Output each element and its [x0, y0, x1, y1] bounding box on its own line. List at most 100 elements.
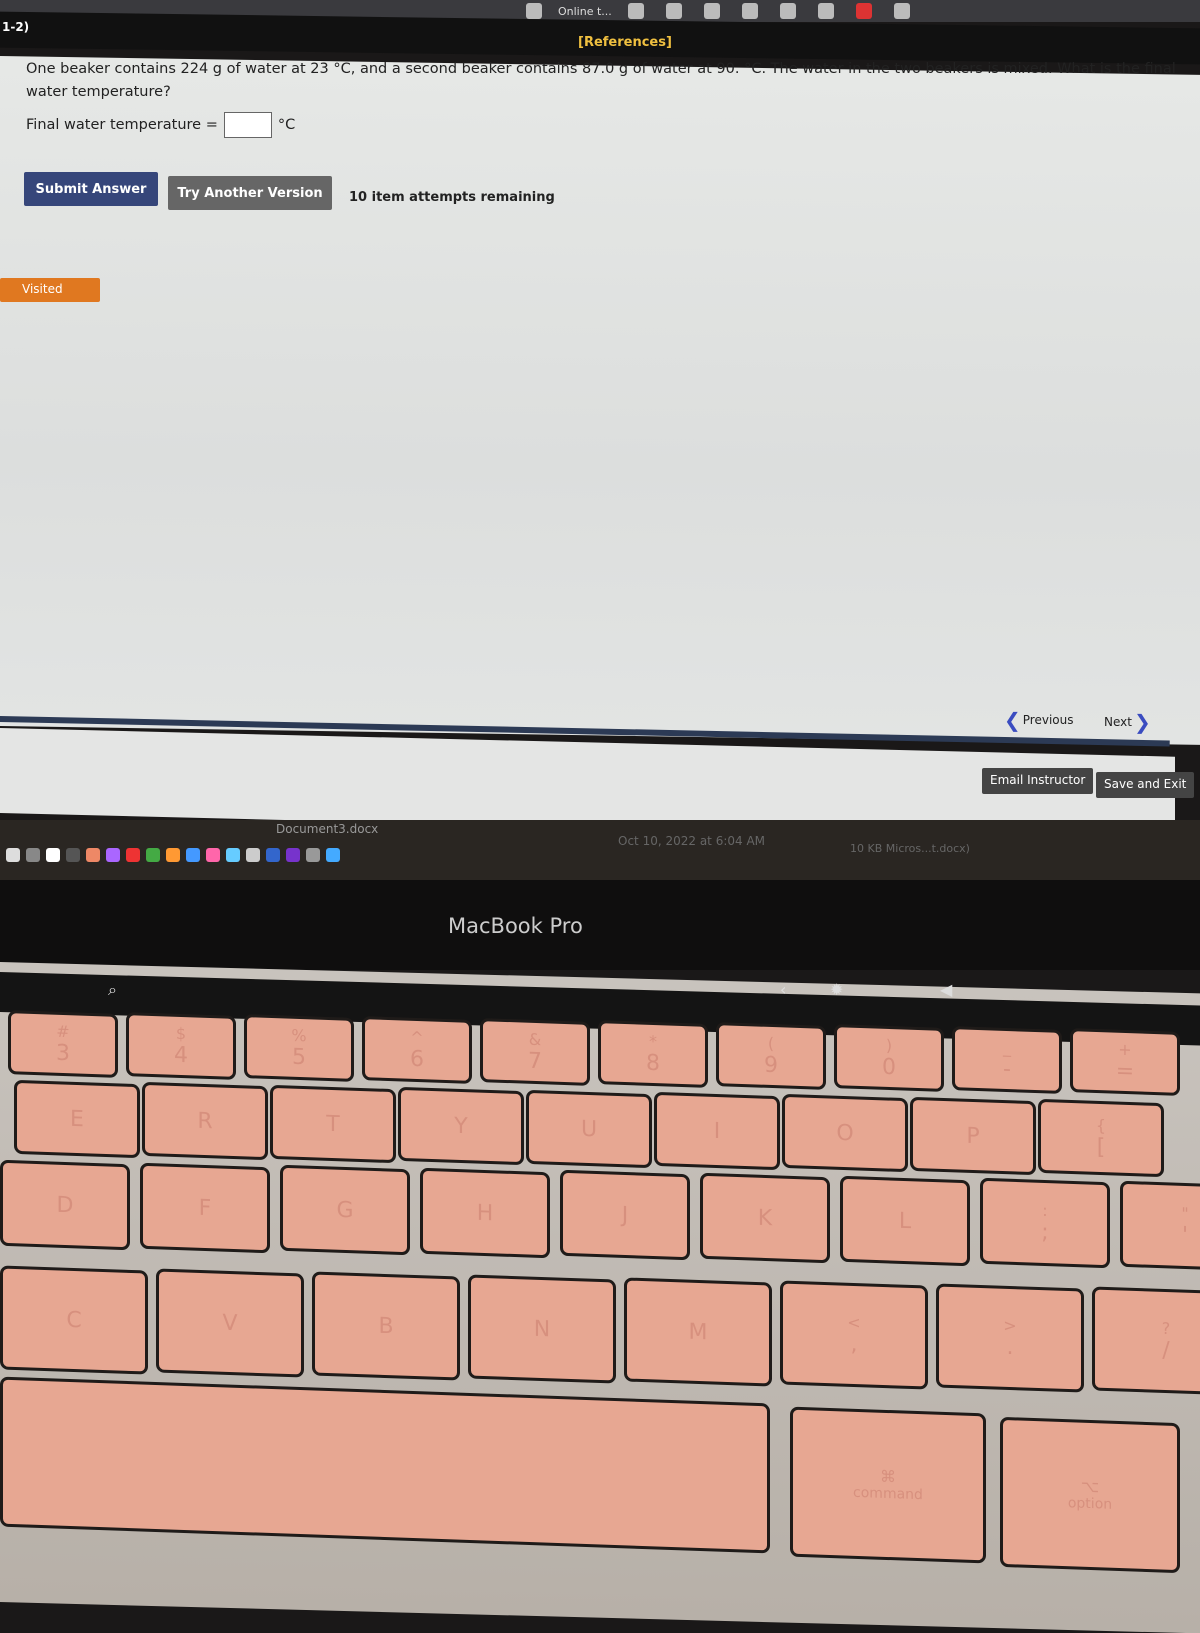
- dock-app-icon[interactable]: [146, 848, 160, 862]
- key-shift-label: ⌘: [880, 1466, 896, 1487]
- dock-app-icon[interactable]: [66, 848, 80, 862]
- tab-icon[interactable]: [817, 3, 834, 19]
- key-'[interactable]: " ': [1120, 1180, 1200, 1272]
- key-;[interactable]: :;: [980, 1177, 1110, 1269]
- key-option[interactable]: ⌥ option: [1000, 1416, 1180, 1574]
- key-B[interactable]: B: [312, 1271, 460, 1381]
- key-G[interactable]: G: [280, 1164, 410, 1256]
- key-label: J: [621, 1202, 629, 1229]
- tab-icon[interactable]: [779, 3, 796, 19]
- key-K[interactable]: K: [700, 1172, 830, 1264]
- tab-icon[interactable]: [526, 3, 542, 19]
- document-date: Oct 10, 2022 at 6:04 AM: [618, 834, 766, 848]
- key-9[interactable]: (9: [716, 1022, 826, 1090]
- chevron-right-icon: ❯: [1133, 710, 1151, 734]
- previous-button[interactable]: ❮ Previous: [1004, 708, 1073, 732]
- key-/[interactable]: ? /: [1092, 1286, 1200, 1396]
- key-F[interactable]: F: [140, 1162, 270, 1253]
- dock-app-icon[interactable]: [206, 848, 220, 862]
- key-5[interactable]: % 5: [244, 1014, 354, 1082]
- next-button[interactable]: Next ❯: [1104, 710, 1151, 734]
- key-I[interactable]: I: [654, 1091, 780, 1171]
- key-=[interactable]: + =: [1070, 1028, 1180, 1096]
- key--[interactable]: _ -: [952, 1026, 1062, 1094]
- question-page: [0, 56, 1200, 745]
- key-.[interactable]: >.: [936, 1283, 1084, 1393]
- key-J[interactable]: J: [560, 1170, 690, 1261]
- answer-input[interactable]: [223, 112, 272, 138]
- youtube-icon[interactable]: [855, 3, 872, 19]
- key-label: V: [222, 1310, 238, 1336]
- key-4[interactable]: $4: [126, 1012, 236, 1080]
- key-label: N: [533, 1316, 551, 1342]
- key-label: 3: [56, 1040, 70, 1066]
- tab-icon[interactable]: [893, 3, 910, 19]
- brightness-icon[interactable]: ✹: [830, 980, 843, 999]
- key-label: 6: [410, 1046, 424, 1072]
- browser-tab[interactable]: Online t...: [558, 5, 612, 18]
- key-label: 7: [528, 1048, 542, 1074]
- key-R[interactable]: R: [142, 1082, 268, 1161]
- tab-icon[interactable]: [665, 3, 682, 19]
- key-label: H: [476, 1200, 494, 1226]
- key-T[interactable]: T: [270, 1084, 396, 1163]
- document-info: 10 KB Micros...t.docx): [850, 842, 970, 855]
- dock-app-icon[interactable]: [6, 848, 20, 862]
- submit-answer-button[interactable]: Submit Answer: [24, 172, 158, 206]
- key-shift-label: ": [1181, 1203, 1189, 1223]
- key-D[interactable]: D: [0, 1159, 130, 1251]
- key-V[interactable]: V: [156, 1268, 304, 1378]
- dock-app-icon[interactable]: [266, 848, 280, 862]
- key-Y[interactable]: Y: [398, 1086, 524, 1166]
- key-3[interactable]: #3: [8, 1010, 118, 1078]
- dock-app-icon[interactable]: [126, 848, 140, 862]
- email-instructor-button[interactable]: Email Instructor: [982, 768, 1094, 794]
- dock-app-icon[interactable]: [86, 848, 100, 862]
- key-label: O: [836, 1120, 854, 1147]
- dock-app-icon[interactable]: [306, 848, 320, 862]
- chevron-left-icon[interactable]: ‹: [780, 980, 786, 999]
- key-O[interactable]: O: [782, 1094, 908, 1173]
- key-E[interactable]: E: [14, 1079, 140, 1159]
- try-another-version-button[interactable]: Try Another Version: [168, 176, 332, 210]
- dock-app-icon[interactable]: [166, 848, 180, 862]
- dock-app-icon[interactable]: [106, 848, 120, 862]
- key-7[interactable]: & 7: [480, 1018, 590, 1086]
- google-icon[interactable]: [741, 3, 758, 19]
- save-and-exit-button[interactable]: Save and Exit: [1096, 772, 1195, 798]
- key-space[interactable]: [0, 1376, 770, 1554]
- search-icon[interactable]: ⌕: [108, 980, 117, 1000]
- key-label: ': [1181, 1222, 1189, 1248]
- references-link[interactable]: [References]: [578, 35, 672, 50]
- key-command[interactable]: ⌘ command: [790, 1406, 986, 1564]
- key-M[interactable]: M: [624, 1277, 772, 1387]
- tab-icon[interactable]: [627, 3, 644, 19]
- key-label: ;: [1041, 1219, 1049, 1245]
- key-label: G: [336, 1197, 354, 1223]
- key-H[interactable]: H: [420, 1167, 550, 1259]
- dock-app-icon[interactable]: [326, 848, 340, 862]
- tab-icon[interactable]: [703, 3, 720, 19]
- key-0[interactable]: ) 0: [834, 1024, 944, 1092]
- dock-app-icon[interactable]: [46, 848, 60, 862]
- key-[[interactable]: {[: [1038, 1098, 1164, 1178]
- dock-app-icon[interactable]: [226, 848, 240, 862]
- key-P[interactable]: P: [910, 1096, 1036, 1175]
- key-U[interactable]: U: [526, 1089, 652, 1168]
- key-label: -: [1003, 1056, 1011, 1082]
- volume-icon[interactable]: ◀: [940, 980, 952, 999]
- key-label: command: [853, 1484, 923, 1504]
- laptop-brand: MacBook Pro: [448, 914, 583, 938]
- dock-app-icon[interactable]: [246, 848, 260, 862]
- key-6[interactable]: ^ 6: [362, 1016, 472, 1084]
- dock-app-icon[interactable]: [186, 848, 200, 862]
- dock-app-icon[interactable]: [286, 848, 300, 862]
- key-L[interactable]: L: [840, 1175, 970, 1266]
- key-,[interactable]: <,: [780, 1280, 928, 1390]
- dock-app-icon[interactable]: [26, 848, 40, 862]
- key-8[interactable]: * 8: [598, 1020, 708, 1088]
- key-C[interactable]: C: [0, 1265, 148, 1375]
- key-label: option: [1067, 1495, 1113, 1513]
- key-shift-label: (: [767, 1033, 775, 1053]
- key-N[interactable]: N: [468, 1274, 616, 1384]
